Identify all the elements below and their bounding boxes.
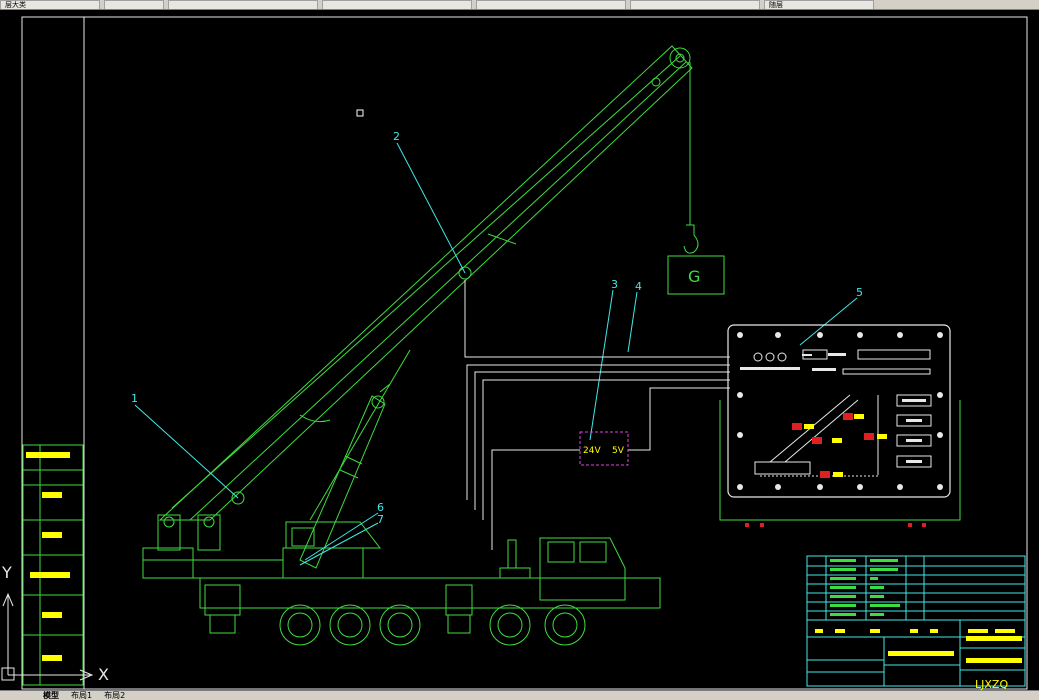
left-stamp-column xyxy=(22,444,84,686)
instrument-panel xyxy=(719,324,961,527)
sensor-5v-label: 5V xyxy=(612,446,625,456)
top-toolbar: 层大类 随层 xyxy=(0,0,1039,10)
title-block-text xyxy=(815,629,1022,663)
ucs-x-label: X xyxy=(98,665,109,684)
callout-7: 7 xyxy=(377,513,384,526)
drawing-canvas[interactable]: Y X 1 2 3 4 5 6 7 G 24V 5V LJXZQ xyxy=(0,10,1039,690)
callout-labels: 1 2 3 4 5 6 7 xyxy=(131,130,863,526)
layer-tools[interactable] xyxy=(104,0,164,9)
ucs-y-label: Y xyxy=(1,563,12,582)
title-block xyxy=(806,555,1026,687)
left-stamp-text xyxy=(26,452,70,661)
crane-drawing xyxy=(142,45,725,646)
plotstyle-dropdown[interactable] xyxy=(630,0,760,9)
pickbox-cursor xyxy=(356,109,364,117)
ucs-icon xyxy=(1,592,94,681)
signal-cables xyxy=(464,280,730,550)
color-dropdown[interactable] xyxy=(168,0,318,9)
load-label: G xyxy=(688,267,700,286)
bylayer-dropdown[interactable]: 随层 xyxy=(764,0,874,9)
parts-list-text xyxy=(830,559,900,616)
callout-1: 1 xyxy=(131,392,138,405)
sensor-24v-label: 24V xyxy=(583,446,601,456)
layer-dropdown[interactable]: 层大类 xyxy=(0,0,100,9)
lineweight-dropdown[interactable] xyxy=(476,0,626,9)
callout-3: 3 xyxy=(611,278,618,291)
callout-5: 5 xyxy=(856,286,863,299)
linetype-dropdown[interactable] xyxy=(322,0,472,9)
drawing-number: LJXZQ xyxy=(975,678,1008,690)
callout-4: 4 xyxy=(635,280,642,293)
callout-2: 2 xyxy=(393,130,400,143)
